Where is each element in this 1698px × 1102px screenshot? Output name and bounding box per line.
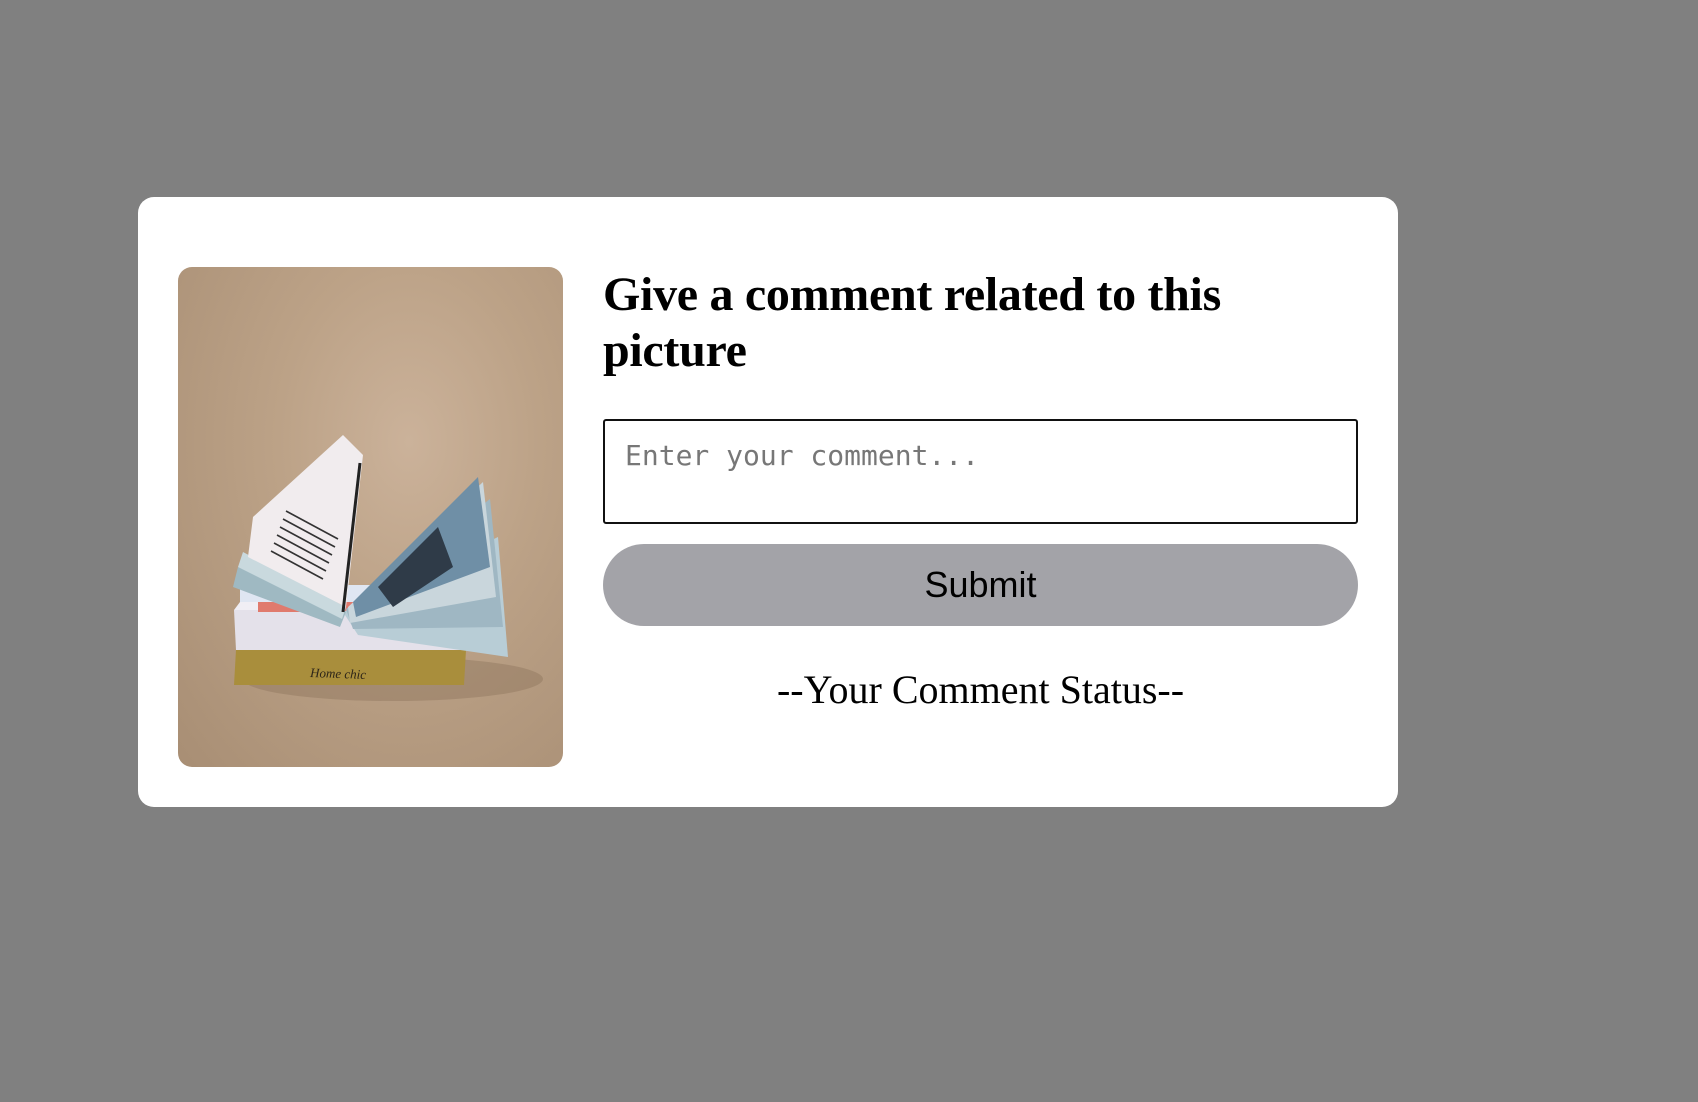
book-spine-text: Home chic xyxy=(309,665,367,682)
comment-status: --Your Comment Status-- xyxy=(776,667,1185,712)
books-illustration: Home chic xyxy=(233,435,543,701)
page-title: Give a comment related to this picture xyxy=(603,268,1221,377)
comment-input[interactable] xyxy=(603,419,1358,524)
picture: Home chic xyxy=(178,267,563,767)
comment-form: Give a comment related to this picture S… xyxy=(603,267,1358,713)
submit-button[interactable]: Submit xyxy=(603,544,1358,626)
comment-card: Home chic Give a comment related to this… xyxy=(138,197,1398,807)
